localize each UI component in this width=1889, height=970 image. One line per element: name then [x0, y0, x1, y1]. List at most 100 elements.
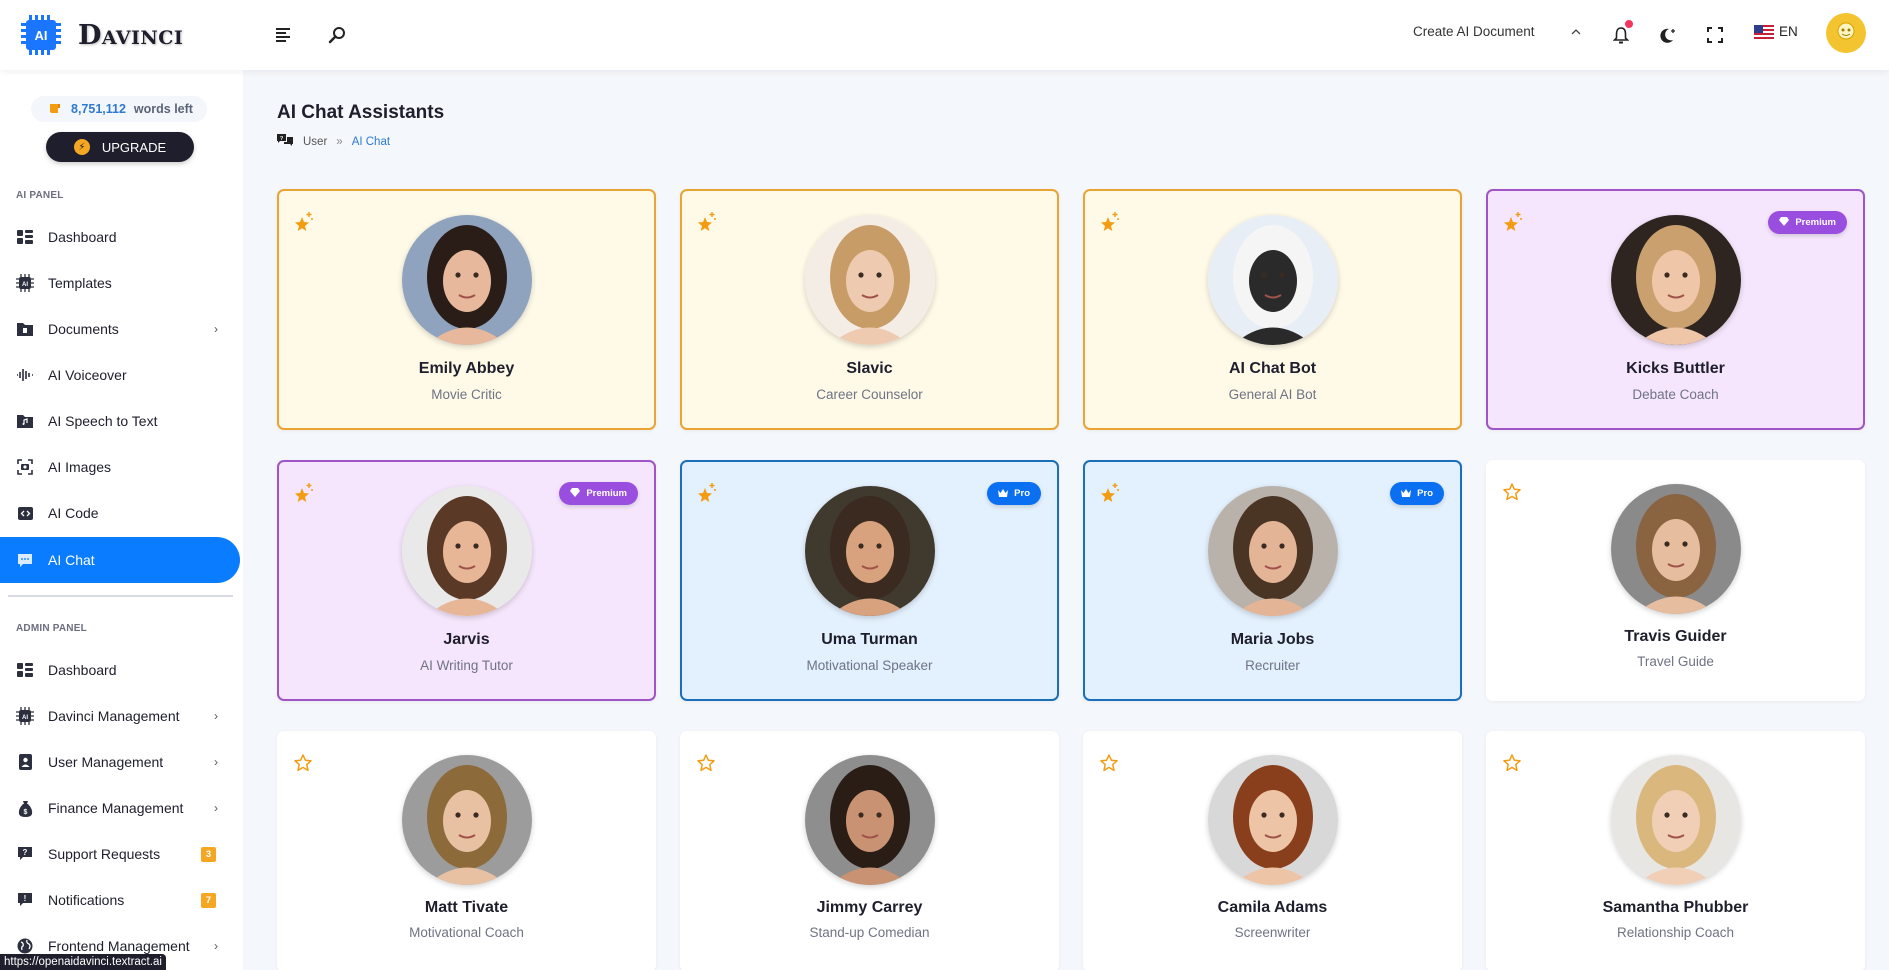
assistant-role: AI Writing Tutor	[420, 658, 513, 673]
sidebar-item-label: AI Code	[48, 505, 99, 521]
user-card-icon	[16, 753, 34, 771]
assistant-card[interactable]: Emily Abbey Movie Critic	[277, 189, 656, 430]
assistant-name: AI Chat Bot	[1228, 360, 1317, 377]
pro-badge: Pro	[987, 482, 1041, 505]
sidebar-item-admin-dashboard[interactable]: Dashboard	[0, 647, 240, 693]
premium-badge: Premium	[1768, 211, 1847, 234]
favorite-star-outline-icon[interactable]	[1502, 482, 1522, 502]
assistant-role: Movie Critic	[431, 387, 502, 402]
favorite-star-filled-icon[interactable]	[1502, 211, 1522, 231]
upgrade-label: UPGRADE	[101, 139, 167, 155]
assistant-name: Jimmy Carrey	[816, 899, 923, 916]
favorite-star-outline-icon[interactable]	[696, 753, 716, 773]
sidebar-item-finance-management[interactable]: $ Finance Management ›	[0, 785, 240, 831]
create-ai-document-button[interactable]: Create AI Document	[1413, 24, 1535, 39]
sidebar-item-ai-chat[interactable]: AI Chat	[0, 537, 240, 583]
logo-chip-text: AI	[26, 20, 56, 50]
assistant-name: Uma Turman	[821, 631, 918, 648]
favorite-star-filled-icon[interactable]	[1099, 211, 1119, 231]
sidebar-item-label: AI Chat	[48, 552, 95, 568]
ai-chip-icon: AI	[16, 707, 34, 725]
breadcrumb-current: AI Chat	[351, 136, 391, 148]
assistant-role: Career Counselor	[816, 387, 923, 402]
assistant-card[interactable]: Matt Tivate Motivational Coach	[277, 731, 656, 970]
favorite-star-filled-icon[interactable]	[696, 482, 716, 502]
assistant-avatar	[401, 486, 532, 616]
bell-icon	[1613, 27, 1629, 44]
sidebar-item-ai-speech-to-text[interactable]: AI Speech to Text	[0, 398, 240, 444]
sidebar-item-label: AI Speech to Text	[48, 413, 158, 429]
chevron-right-icon: ›	[214, 322, 218, 336]
assistant-avatar	[804, 486, 935, 616]
assistant-card[interactable]: AI Chat Bot General AI Bot	[1083, 189, 1462, 430]
sidebar-item-label: Finance Management	[48, 800, 184, 816]
svg-text:$: $	[23, 809, 27, 816]
ai-panel-heading: AI PANEL	[16, 190, 64, 201]
assistant-avatar	[1610, 755, 1741, 885]
menu-toggle-button[interactable]	[272, 22, 298, 48]
assistant-card[interactable]: Premium Kicks Buttler Debate Coach	[1486, 189, 1865, 430]
words-left-label: words left	[133, 102, 193, 116]
menu-icon	[276, 28, 290, 42]
assistant-card[interactable]: Camila Adams Screenwriter	[1083, 731, 1462, 970]
notifications-button[interactable]	[1608, 20, 1634, 48]
sidebar-item-ai-voiceover[interactable]: AI Voiceover	[0, 352, 240, 398]
sidebar-item-support-requests[interactable]: ? Support Requests 3	[0, 831, 240, 877]
alert-chat-icon: !	[16, 891, 34, 909]
sidebar-item-ai-code[interactable]: AI Code	[0, 490, 240, 536]
sidebar-item-templates[interactable]: AI Templates	[0, 260, 240, 306]
ai-chip-icon: AI	[16, 274, 34, 292]
sidebar-item-davinci-management[interactable]: AI Davinci Management ›	[0, 693, 240, 739]
tier-label: Pro	[1014, 488, 1030, 499]
chevron-up-icon[interactable]	[1571, 24, 1581, 39]
assistant-name: Matt Tivate	[424, 899, 509, 916]
assistant-avatar	[1610, 215, 1741, 345]
svg-text:!: !	[24, 894, 27, 903]
user-avatar[interactable]	[1826, 13, 1866, 53]
dark-mode-toggle[interactable]	[1655, 22, 1681, 48]
dashboard-icon	[16, 661, 34, 679]
browser-status-url: https://openaidavinci.textract.ai	[0, 954, 166, 970]
assistant-role: Motivational Coach	[409, 925, 524, 940]
logo[interactable]: AI Davinci	[20, 14, 183, 56]
sidebar-item-user-management[interactable]: User Management ›	[0, 739, 240, 785]
fullscreen-button[interactable]	[1702, 22, 1728, 48]
assistant-card[interactable]: Pro Uma Turman Motivational Speaker	[680, 460, 1059, 701]
breadcrumb-user-link[interactable]: User	[303, 136, 327, 148]
sidebar-item-documents[interactable]: Documents ›	[0, 306, 240, 352]
assistant-card[interactable]: Travis Guider Travel Guide	[1486, 460, 1865, 701]
assistant-card[interactable]: Pro Maria Jobs Recruiter	[1083, 460, 1462, 701]
chevron-right-icon: ›	[214, 755, 218, 769]
assistant-name: Kicks Buttler	[1626, 360, 1725, 377]
favorite-star-filled-icon[interactable]	[696, 211, 716, 231]
sidebar-item-label: AI Images	[48, 459, 112, 475]
sidebar: 8,751,112 words left ⚡ UPGRADE AI PANEL …	[0, 70, 243, 970]
sidebar-item-ai-images[interactable]: AI Images	[0, 444, 240, 490]
scroll-icon	[49, 102, 61, 117]
favorite-star-filled-icon[interactable]	[293, 482, 313, 502]
assistant-card[interactable]: Jimmy Carrey Stand-up Comedian	[680, 731, 1059, 970]
upgrade-button[interactable]: ⚡ UPGRADE	[46, 132, 194, 162]
waveform-icon	[16, 366, 34, 384]
tier-label: Premium	[586, 488, 627, 499]
support-requests-count-badge: 3	[201, 846, 216, 862]
favorite-star-outline-icon[interactable]	[1502, 753, 1522, 773]
favorite-star-outline-icon[interactable]	[1099, 753, 1119, 773]
globe-icon	[16, 937, 34, 955]
favorite-star-outline-icon[interactable]	[293, 753, 313, 773]
sidebar-item-notifications[interactable]: ! Notifications 7	[0, 877, 240, 923]
money-bag-icon: $	[16, 799, 34, 817]
sidebar-item-dashboard[interactable]: Dashboard	[0, 214, 240, 260]
assistant-card[interactable]: Premium Jarvis AI Writing Tutor	[277, 460, 656, 701]
search-button[interactable]	[324, 22, 350, 48]
assistant-avatar	[804, 755, 935, 885]
favorite-star-filled-icon[interactable]	[1099, 482, 1119, 502]
assistant-card[interactable]: Slavic Career Counselor	[680, 189, 1059, 430]
assistant-name: Maria Jobs	[1230, 631, 1315, 648]
language-selector[interactable]: EN	[1754, 24, 1798, 39]
assistant-card[interactable]: Samantha Phubber Relationship Coach	[1486, 731, 1865, 970]
fullscreen-icon	[1707, 27, 1723, 43]
assistant-name: Camila Adams	[1217, 899, 1328, 916]
favorite-star-filled-icon[interactable]	[293, 211, 313, 231]
tier-label: Pro	[1417, 488, 1433, 499]
